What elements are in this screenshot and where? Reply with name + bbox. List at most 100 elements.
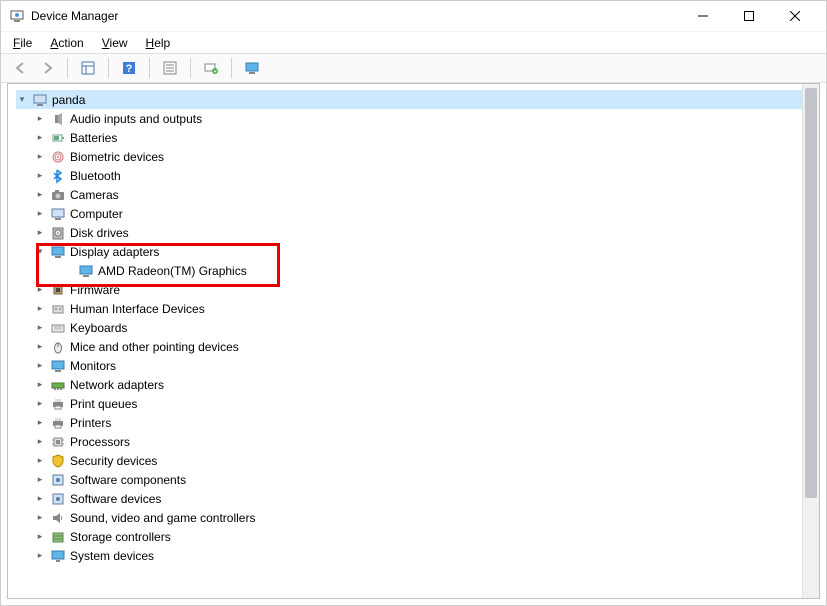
expander-icon[interactable]: ▸ xyxy=(34,284,46,296)
expander-icon[interactable]: ▸ xyxy=(34,550,46,562)
expander-icon[interactable]: ▸ xyxy=(34,531,46,543)
expander-icon[interactable]: ▸ xyxy=(34,436,46,448)
expander-icon[interactable]: ▸ xyxy=(34,493,46,505)
expander-icon[interactable]: ▾ xyxy=(34,246,46,258)
expander-icon[interactable]: ▸ xyxy=(34,474,46,486)
tree-category-mice-and-other-pointing-devices[interactable]: ▸ Mice and other pointing devices xyxy=(16,337,817,356)
tree-category-software-components[interactable]: ▸ Software components xyxy=(16,470,817,489)
tree-category-printers[interactable]: ▸ Printers xyxy=(16,413,817,432)
tree-category-keyboards[interactable]: ▸ Keyboards xyxy=(16,318,817,337)
tree-category-bluetooth[interactable]: ▸Bluetooth xyxy=(16,166,817,185)
menu-help[interactable]: Help xyxy=(140,34,177,52)
tree-category-security-devices[interactable]: ▸ Security devices xyxy=(16,451,817,470)
tree-category-display-adapters[interactable]: ▾ Display adapters xyxy=(16,242,817,261)
tree-category-batteries[interactable]: ▸Batteries xyxy=(16,128,817,147)
monitor-icon xyxy=(50,358,66,374)
help-button[interactable]: ? xyxy=(117,56,141,80)
expander-icon[interactable]: ▸ xyxy=(34,512,46,524)
tree-category-firmware[interactable]: ▸ Firmware xyxy=(16,280,817,299)
tree-category-system-devices[interactable]: ▸ System devices xyxy=(16,546,817,565)
storage-icon xyxy=(50,529,66,545)
tree-scroll[interactable]: ▾panda▸Audio inputs and outputs▸Batterie… xyxy=(8,84,819,598)
tree-category-label: Keyboards xyxy=(70,321,127,335)
expander-icon[interactable]: ▸ xyxy=(34,303,46,315)
tree-category-software-devices[interactable]: ▸ Software devices xyxy=(16,489,817,508)
minimize-button[interactable] xyxy=(680,1,726,31)
tree-category-computer[interactable]: ▸ Computer xyxy=(16,204,817,223)
sound-icon xyxy=(50,510,66,526)
cpu-icon xyxy=(50,434,66,450)
tree-category-label: System devices xyxy=(70,549,154,563)
tree-category-label: Printers xyxy=(70,416,111,430)
expander-icon[interactable]: ▾ xyxy=(16,94,28,106)
expander-icon[interactable]: ▸ xyxy=(34,322,46,334)
tree-category-human-interface-devices[interactable]: ▸Human Interface Devices xyxy=(16,299,817,318)
tree-category-label: Firmware xyxy=(70,283,120,297)
tree-panel: ▾panda▸Audio inputs and outputs▸Batterie… xyxy=(7,83,820,599)
tree-category-audio-inputs-and-outputs[interactable]: ▸Audio inputs and outputs xyxy=(16,109,817,128)
expander-icon[interactable]: ▸ xyxy=(34,189,46,201)
scan-hardware-button[interactable] xyxy=(199,56,223,80)
tree-category-label: Mice and other pointing devices xyxy=(70,340,239,354)
tree-category-label: Software components xyxy=(70,473,186,487)
expander-icon[interactable]: ▸ xyxy=(34,360,46,372)
camera-icon xyxy=(50,187,66,203)
properties-button[interactable] xyxy=(158,56,182,80)
tree-category-processors[interactable]: ▸Processors xyxy=(16,432,817,451)
tree-category-label: Display adapters xyxy=(70,245,159,259)
speaker-icon xyxy=(50,111,66,127)
tree-root[interactable]: ▾panda xyxy=(16,90,817,109)
tree-category-label: Software devices xyxy=(70,492,161,506)
menubar: File Action View Help xyxy=(1,31,826,53)
tree-device-amd-radeon-tm-graphics[interactable]: AMD Radeon(TM) Graphics xyxy=(16,261,817,280)
expander-icon[interactable]: ▸ xyxy=(34,113,46,125)
tree-category-monitors[interactable]: ▸Monitors xyxy=(16,356,817,375)
tree-category-label: Storage controllers xyxy=(70,530,171,544)
expander-icon[interactable]: ▸ xyxy=(34,170,46,182)
close-button[interactable] xyxy=(772,1,818,31)
show-hide-tree-button[interactable] xyxy=(76,56,100,80)
scrollbar-thumb[interactable] xyxy=(805,88,817,498)
tree-category-print-queues[interactable]: ▸Print queues xyxy=(16,394,817,413)
network-icon xyxy=(50,377,66,393)
devices-printers-button[interactable] xyxy=(240,56,264,80)
expander-icon[interactable]: ▸ xyxy=(34,151,46,163)
tree-category-cameras[interactable]: ▸Cameras xyxy=(16,185,817,204)
expander-icon[interactable]: ▸ xyxy=(34,132,46,144)
scrollbar-track[interactable] xyxy=(802,84,819,598)
expander-icon[interactable]: ▸ xyxy=(34,455,46,467)
system-icon xyxy=(50,548,66,564)
expander-icon[interactable]: ▸ xyxy=(34,379,46,391)
expander-icon[interactable]: ▸ xyxy=(34,398,46,410)
security-icon xyxy=(50,453,66,469)
tree-category-label: Computer xyxy=(70,207,123,221)
printer-icon xyxy=(50,396,66,412)
back-button[interactable] xyxy=(9,56,33,80)
tree-category-biometric-devices[interactable]: ▸Biometric devices xyxy=(16,147,817,166)
tree-category-label: Security devices xyxy=(70,454,157,468)
expander-icon[interactable]: ▸ xyxy=(34,208,46,220)
expander-icon[interactable]: ▸ xyxy=(34,417,46,429)
software-icon xyxy=(50,491,66,507)
tree-category-label: Network adapters xyxy=(70,378,164,392)
tree-device-label: AMD Radeon(TM) Graphics xyxy=(98,264,247,278)
forward-button[interactable] xyxy=(35,56,59,80)
expander-icon[interactable]: ▸ xyxy=(34,227,46,239)
maximize-button[interactable] xyxy=(726,1,772,31)
tree-category-label: Sound, video and game controllers xyxy=(70,511,255,525)
menu-action[interactable]: Action xyxy=(44,34,89,52)
titlebar: Device Manager xyxy=(1,1,826,31)
battery-icon xyxy=(50,130,66,146)
computer-icon xyxy=(50,206,66,222)
svg-text:?: ? xyxy=(126,63,133,75)
tree-category-network-adapters[interactable]: ▸ Network adapters xyxy=(16,375,817,394)
expander-icon[interactable]: ▸ xyxy=(34,341,46,353)
tree-category-storage-controllers[interactable]: ▸ Storage controllers xyxy=(16,527,817,546)
bluetooth-icon xyxy=(50,168,66,184)
menu-view[interactable]: View xyxy=(96,34,134,52)
chip-icon xyxy=(50,282,66,298)
printer-icon xyxy=(50,415,66,431)
tree-category-disk-drives[interactable]: ▸Disk drives xyxy=(16,223,817,242)
menu-file[interactable]: File xyxy=(7,34,38,52)
tree-category-sound-video-and-game-controllers[interactable]: ▸ Sound, video and game controllers xyxy=(16,508,817,527)
